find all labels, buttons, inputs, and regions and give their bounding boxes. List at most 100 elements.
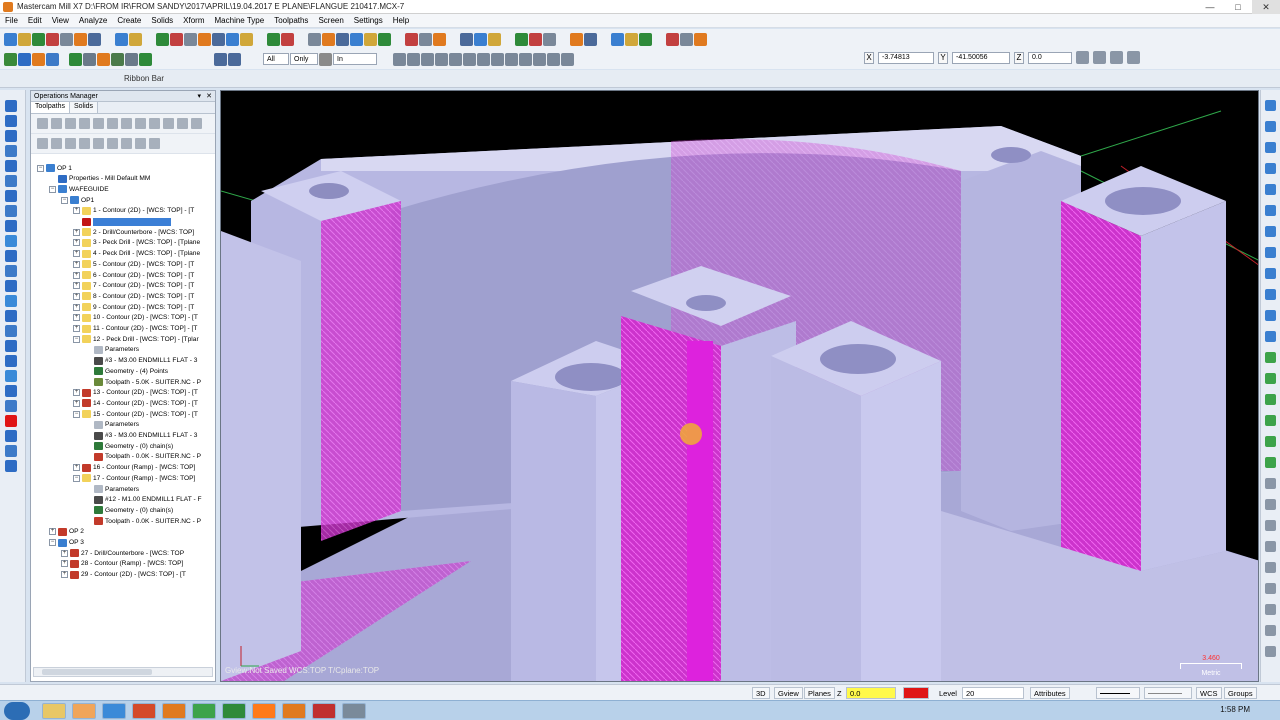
hatch-icon[interactable]	[5, 310, 17, 322]
surface-icon[interactable]	[5, 205, 17, 217]
cut-icon[interactable]	[60, 32, 73, 46]
expand-icon[interactable]: +	[73, 239, 80, 247]
surface-icon[interactable]	[491, 52, 504, 66]
gview-side-icon[interactable]	[336, 32, 349, 46]
gview-normal-icon[interactable]	[1265, 184, 1276, 195]
horizontal-scrollbar[interactable]	[33, 667, 213, 677]
app-icon[interactable]	[132, 703, 156, 719]
fillet-icon[interactable]	[125, 52, 138, 66]
tree-item[interactable]: +11 - Contour (2D) - [WCS: TOP] - [T	[73, 324, 197, 334]
circle-icon[interactable]	[97, 52, 110, 66]
view-3d-button[interactable]: 3D	[752, 687, 770, 699]
fillet-icon[interactable]	[5, 145, 17, 157]
wireframe-icon[interactable]	[449, 52, 462, 66]
vector-icon[interactable]	[505, 52, 518, 66]
redo-icon[interactable]	[129, 32, 142, 46]
backplot-icon[interactable]	[584, 32, 597, 46]
copy-icon[interactable]	[5, 445, 17, 457]
line-width-select[interactable]	[1144, 687, 1192, 699]
unzoom-icon[interactable]	[226, 32, 239, 46]
gview-right-icon[interactable]	[1265, 142, 1276, 153]
scrollbar-thumb[interactable]	[42, 669, 152, 675]
solid-icon[interactable]	[5, 220, 17, 232]
gview-top-icon[interactable]	[308, 32, 321, 46]
menu-help[interactable]: Help	[388, 16, 414, 25]
expand-icon[interactable]: +	[73, 303, 80, 311]
tree-item[interactable]: Parameters	[85, 484, 139, 494]
tree-item[interactable]: Toolpath - 5.0K - SUITER.NC - P	[85, 377, 201, 387]
zoom-out-icon[interactable]	[212, 32, 225, 46]
plane-icon[interactable]	[378, 32, 391, 46]
expand-icon[interactable]: +	[73, 292, 80, 300]
print-icon[interactable]	[46, 32, 59, 46]
close-button[interactable]: ✕	[1252, 0, 1280, 14]
tree-item[interactable]: +9 - Contour (2D) - [WCS: TOP] - [T	[73, 302, 194, 312]
zoom-target-icon[interactable]	[240, 32, 253, 46]
x-coordinate-input[interactable]: -3.74813	[878, 51, 934, 64]
tree-item[interactable]: Geometry - (0) chain(s)	[85, 505, 173, 515]
arc-icon[interactable]	[5, 130, 17, 142]
chamfer-icon[interactable]	[5, 160, 17, 172]
mirror-icon[interactable]	[5, 370, 17, 382]
table-icon[interactable]	[639, 32, 652, 46]
polygon-icon[interactable]	[5, 250, 17, 262]
collapse-icon[interactable]: −	[37, 164, 44, 172]
pan-icon[interactable]	[156, 32, 169, 46]
expand-icon[interactable]: +	[73, 271, 80, 279]
bounding-box-icon[interactable]	[5, 325, 17, 337]
tree-item[interactable]: − 15 - Contour (2D) - [WCS: TOP] - [T	[73, 409, 198, 419]
tree-item[interactable]: +16 - Contour (Ramp) - [WCS: TOP]	[73, 463, 195, 473]
line-icon[interactable]	[5, 115, 17, 127]
collapse-icon[interactable]: −	[73, 410, 80, 418]
fit-icon[interactable]	[170, 32, 183, 46]
rotate-icon[interactable]	[1265, 415, 1276, 426]
menu-solids[interactable]: Solids	[146, 16, 178, 25]
tree-item[interactable]: − OP 3	[49, 538, 84, 548]
recorder-icon[interactable]	[252, 703, 276, 719]
move-insert-up-icon[interactable]	[93, 138, 104, 149]
chrome-icon[interactable]	[192, 703, 216, 719]
z-coordinate-input[interactable]: 0.0	[1028, 51, 1072, 64]
select-window-icon[interactable]	[407, 52, 420, 66]
help-icon[interactable]	[1265, 646, 1276, 657]
expand-icon[interactable]: +	[61, 560, 68, 568]
tree-item[interactable]: + OP 2	[49, 527, 84, 537]
tab-toolpaths[interactable]: Toolpaths	[31, 102, 70, 113]
highfeed-icon[interactable]	[149, 118, 160, 129]
chain-mode-select[interactable]: In	[333, 53, 377, 65]
color-icon[interactable]	[5, 430, 17, 442]
paste-icon[interactable]	[5, 460, 17, 472]
layout-icon[interactable]	[625, 32, 638, 46]
excel-icon[interactable]	[222, 703, 246, 719]
level-input[interactable]: 20	[962, 687, 1024, 699]
insert-after-icon[interactable]	[107, 138, 118, 149]
tree-item[interactable]: − 17 - Contour (Ramp) - [WCS: TOP]	[73, 473, 195, 483]
solids-icon[interactable]	[460, 32, 473, 46]
tree-item[interactable]: Toolpath - 0.0K - SUITER.NC - P	[85, 452, 201, 462]
tree-item[interactable]: +8 - Contour (2D) - [WCS: TOP] - [T	[73, 291, 194, 301]
mask-icon[interactable]	[228, 52, 241, 66]
pdf-icon[interactable]	[312, 703, 336, 719]
gview-normal-icon[interactable]	[364, 32, 377, 46]
tree-item[interactable]: +1 - Contour (2D) - [WCS: TOP] - [T	[73, 206, 194, 216]
hidden-icon[interactable]	[433, 32, 446, 46]
gview-front-icon[interactable]	[1265, 121, 1276, 132]
point-icon[interactable]	[5, 100, 17, 112]
backplot-icon[interactable]	[1265, 583, 1276, 594]
regen-icon[interactable]	[1265, 499, 1276, 510]
xform-rotate-icon[interactable]	[5, 355, 17, 367]
gview-front-icon[interactable]	[322, 32, 335, 46]
shaded-icon[interactable]	[405, 32, 418, 46]
display-options-icon[interactable]	[149, 138, 160, 149]
selection-icon[interactable]	[214, 52, 227, 66]
tree-item[interactable]: − WAFEGUIDE	[49, 184, 109, 194]
new-icon[interactable]	[4, 52, 17, 66]
wcs-button[interactable]: WCS	[1196, 687, 1222, 699]
layers-icon[interactable]	[46, 52, 59, 66]
toolpath-drill-icon[interactable]	[529, 32, 542, 46]
help-icon[interactable]	[561, 52, 574, 66]
tree-item[interactable]: +5 - Contour (2D) - [WCS: TOP] - [T	[73, 259, 194, 269]
undo-icon[interactable]	[115, 32, 128, 46]
levels-icon[interactable]	[666, 32, 679, 46]
gview-top-icon[interactable]	[1265, 100, 1276, 111]
